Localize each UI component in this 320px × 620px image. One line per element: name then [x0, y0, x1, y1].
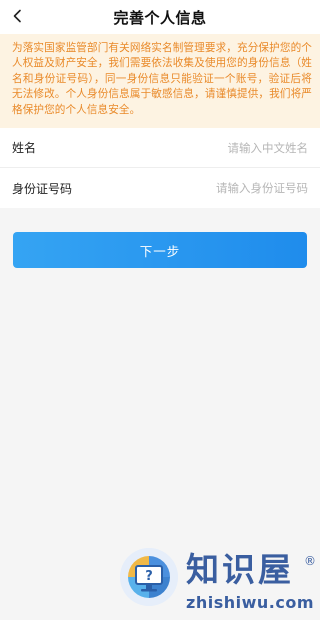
- watermark-brand: 知识屋: [186, 550, 294, 589]
- page: 完善个人信息 为落实国家监管部门有关网络实名制管理要求，充分保护您的个人权益及财…: [0, 0, 320, 620]
- registered-mark: ®: [304, 554, 316, 568]
- watermark-domain: zhishiwu.com: [186, 593, 314, 612]
- name-label: 姓名: [12, 141, 37, 155]
- next-step-button[interactable]: 下一步: [13, 232, 307, 268]
- id-number-row: 身份证号码: [0, 168, 320, 208]
- chevron-left-icon: [11, 8, 25, 27]
- svg-text:?: ?: [145, 569, 153, 584]
- back-button[interactable]: [6, 5, 30, 29]
- page-title: 完善个人信息: [113, 8, 207, 27]
- real-name-notice: 为落实国家监管部门有关网络实名制管理要求，充分保护您的个人权益及财产安全，我们需…: [0, 34, 320, 128]
- monitor-question-icon: ?: [120, 548, 178, 606]
- name-input[interactable]: [46, 140, 308, 155]
- watermark: ? 知识屋 ® zhishiwu.com: [120, 548, 320, 618]
- name-row: 姓名: [0, 128, 320, 168]
- top-bar: 完善个人信息: [0, 0, 320, 34]
- id-number-input[interactable]: [82, 181, 308, 195]
- identity-form: 姓名 身份证号码: [0, 128, 320, 208]
- id-number-label: 身份证号码: [12, 181, 73, 196]
